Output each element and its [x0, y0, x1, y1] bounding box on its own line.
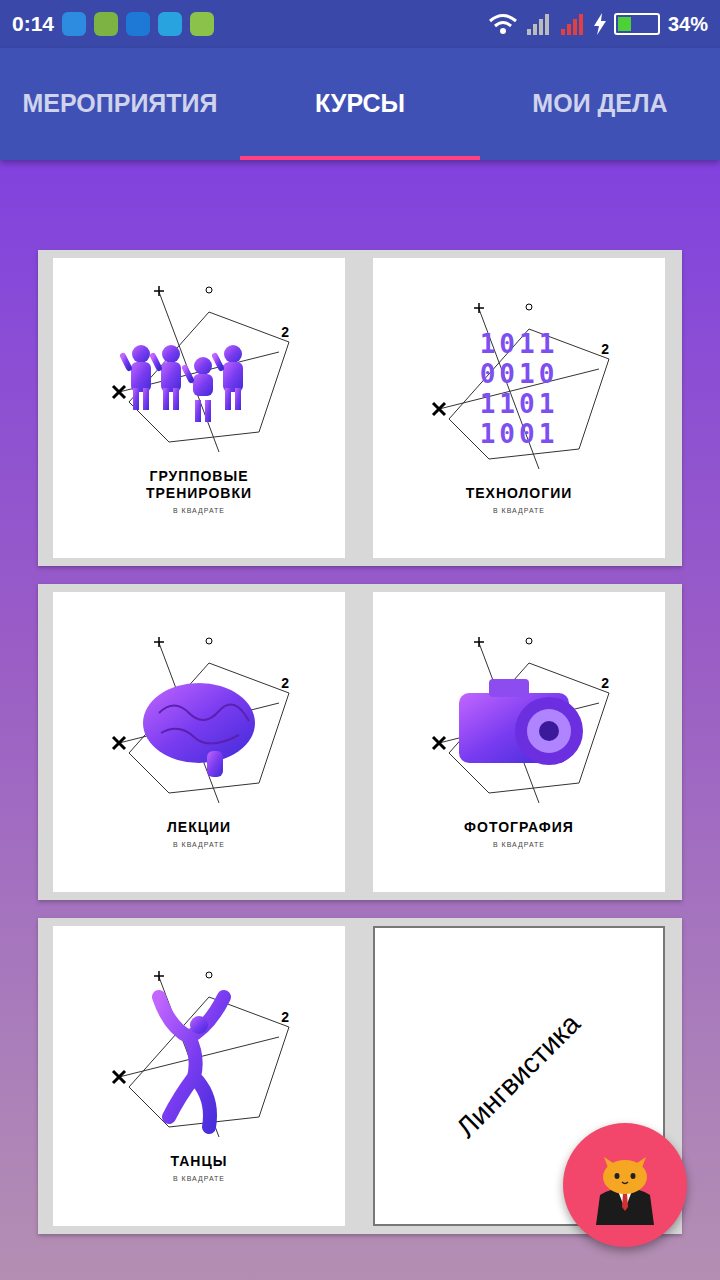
course-title: ФОТОГРАФИЯ	[464, 819, 574, 836]
illustration-mark: 2	[601, 673, 609, 694]
tab-label: МОИ ДЕЛА	[532, 85, 667, 123]
course-title: ТРЕНИРОВКИ	[146, 485, 252, 502]
download-icon	[94, 12, 118, 36]
course-card[interactable]: 2 ТАНЦЫ В КВАДРАТЕ	[53, 926, 345, 1226]
course-card[interactable]: 2 ФОТОГРАФИЯ В КВАДРАТЕ	[373, 592, 665, 892]
tab[interactable]: МЕРОПРИЯТИЯ	[0, 48, 240, 160]
battery-icon	[614, 13, 660, 35]
usb-icon	[62, 12, 86, 36]
binary-line: 1011	[480, 329, 559, 359]
binary-illustration: 21011001011011001	[419, 299, 619, 479]
battery-percent: 34%	[668, 9, 708, 39]
tab-label: КУРСЫ	[315, 85, 405, 123]
course-card[interactable]: 2 ЛЕКЦИИ В КВАДРАТЕ	[53, 592, 345, 892]
course-subtitle: В КВАДРАТЕ	[173, 506, 225, 517]
course-subtitle: В КВАДРАТЕ	[493, 840, 545, 851]
course-subtitle: В КВАДРАТЕ	[173, 840, 225, 851]
telegram-icon	[158, 12, 182, 36]
course-row: 2 ЛЕКЦИИ В КВАДРАТЕ 2 ФОТОГРАФИЯ В КВАДРАТЕ	[38, 584, 682, 900]
course-title: Лингвистика	[447, 1004, 591, 1148]
status-right: 34%	[488, 9, 708, 39]
tab-indicator	[240, 156, 480, 160]
course-grid: 2ГРУППОВЫЕТРЕНИРОВКИВ КВАДРАТЕ2101100101…	[0, 160, 720, 1234]
assistant-button[interactable]	[563, 1123, 687, 1247]
charging-icon	[594, 13, 606, 35]
course-title: ТАНЦЫ	[171, 1153, 228, 1170]
illustration-mark: 2	[281, 322, 289, 343]
wifi-icon	[488, 12, 518, 36]
tab[interactable]: КУРСЫ	[240, 48, 480, 160]
course-card[interactable]: 21011001011011001ТЕХНОЛОГИИВ КВАДРАТЕ	[373, 258, 665, 558]
status-time: 0:14	[12, 8, 54, 40]
signal-icon	[526, 12, 552, 36]
course-card[interactable]: 2 ГРУППОВЫЕТРЕНИРОВКИ В КВАДРАТЕ	[53, 258, 345, 558]
status-left: 0:14	[12, 8, 214, 40]
dancer-illustration: 2	[99, 967, 299, 1147]
binary-line: 1001	[480, 419, 559, 449]
course-title: ЛЕКЦИИ	[167, 819, 231, 836]
battery-fill	[618, 17, 631, 31]
course-title: Лингвистика	[451, 1008, 587, 1144]
android-icon	[190, 12, 214, 36]
camera-illustration: 2	[419, 633, 619, 813]
binary-line: 0010	[480, 359, 559, 389]
mail-icon	[126, 12, 150, 36]
status-bar: 0:14 34%	[0, 0, 720, 48]
course-subtitle: В КВАДРАТЕ	[493, 506, 545, 517]
illustration-mark: 2	[601, 339, 609, 360]
illustration-mark: 2	[281, 1007, 289, 1028]
course-title: ТЕХНОЛОГИИ	[466, 485, 573, 502]
signal-icon	[560, 12, 586, 36]
course-title: ГРУППОВЫЕ	[150, 468, 249, 485]
binary-line: 1101	[480, 389, 559, 419]
tab[interactable]: МОИ ДЕЛА	[480, 48, 720, 160]
course-subtitle: В КВАДРАТЕ	[173, 1174, 225, 1185]
binary-digits: 1011001011011001	[419, 299, 619, 479]
tab-bar: МЕРОПРИЯТИЯ КУРСЫ МОИ ДЕЛА	[0, 48, 720, 160]
course-row: 2ГРУППОВЫЕТРЕНИРОВКИВ КВАДРАТЕ2101100101…	[38, 250, 682, 566]
people-illustration: 2	[99, 282, 299, 462]
cat-icon	[590, 1145, 660, 1225]
brain-illustration: 2	[99, 633, 299, 813]
tab-label: МЕРОПРИЯТИЯ	[22, 85, 217, 123]
illustration-mark: 2	[281, 673, 289, 694]
